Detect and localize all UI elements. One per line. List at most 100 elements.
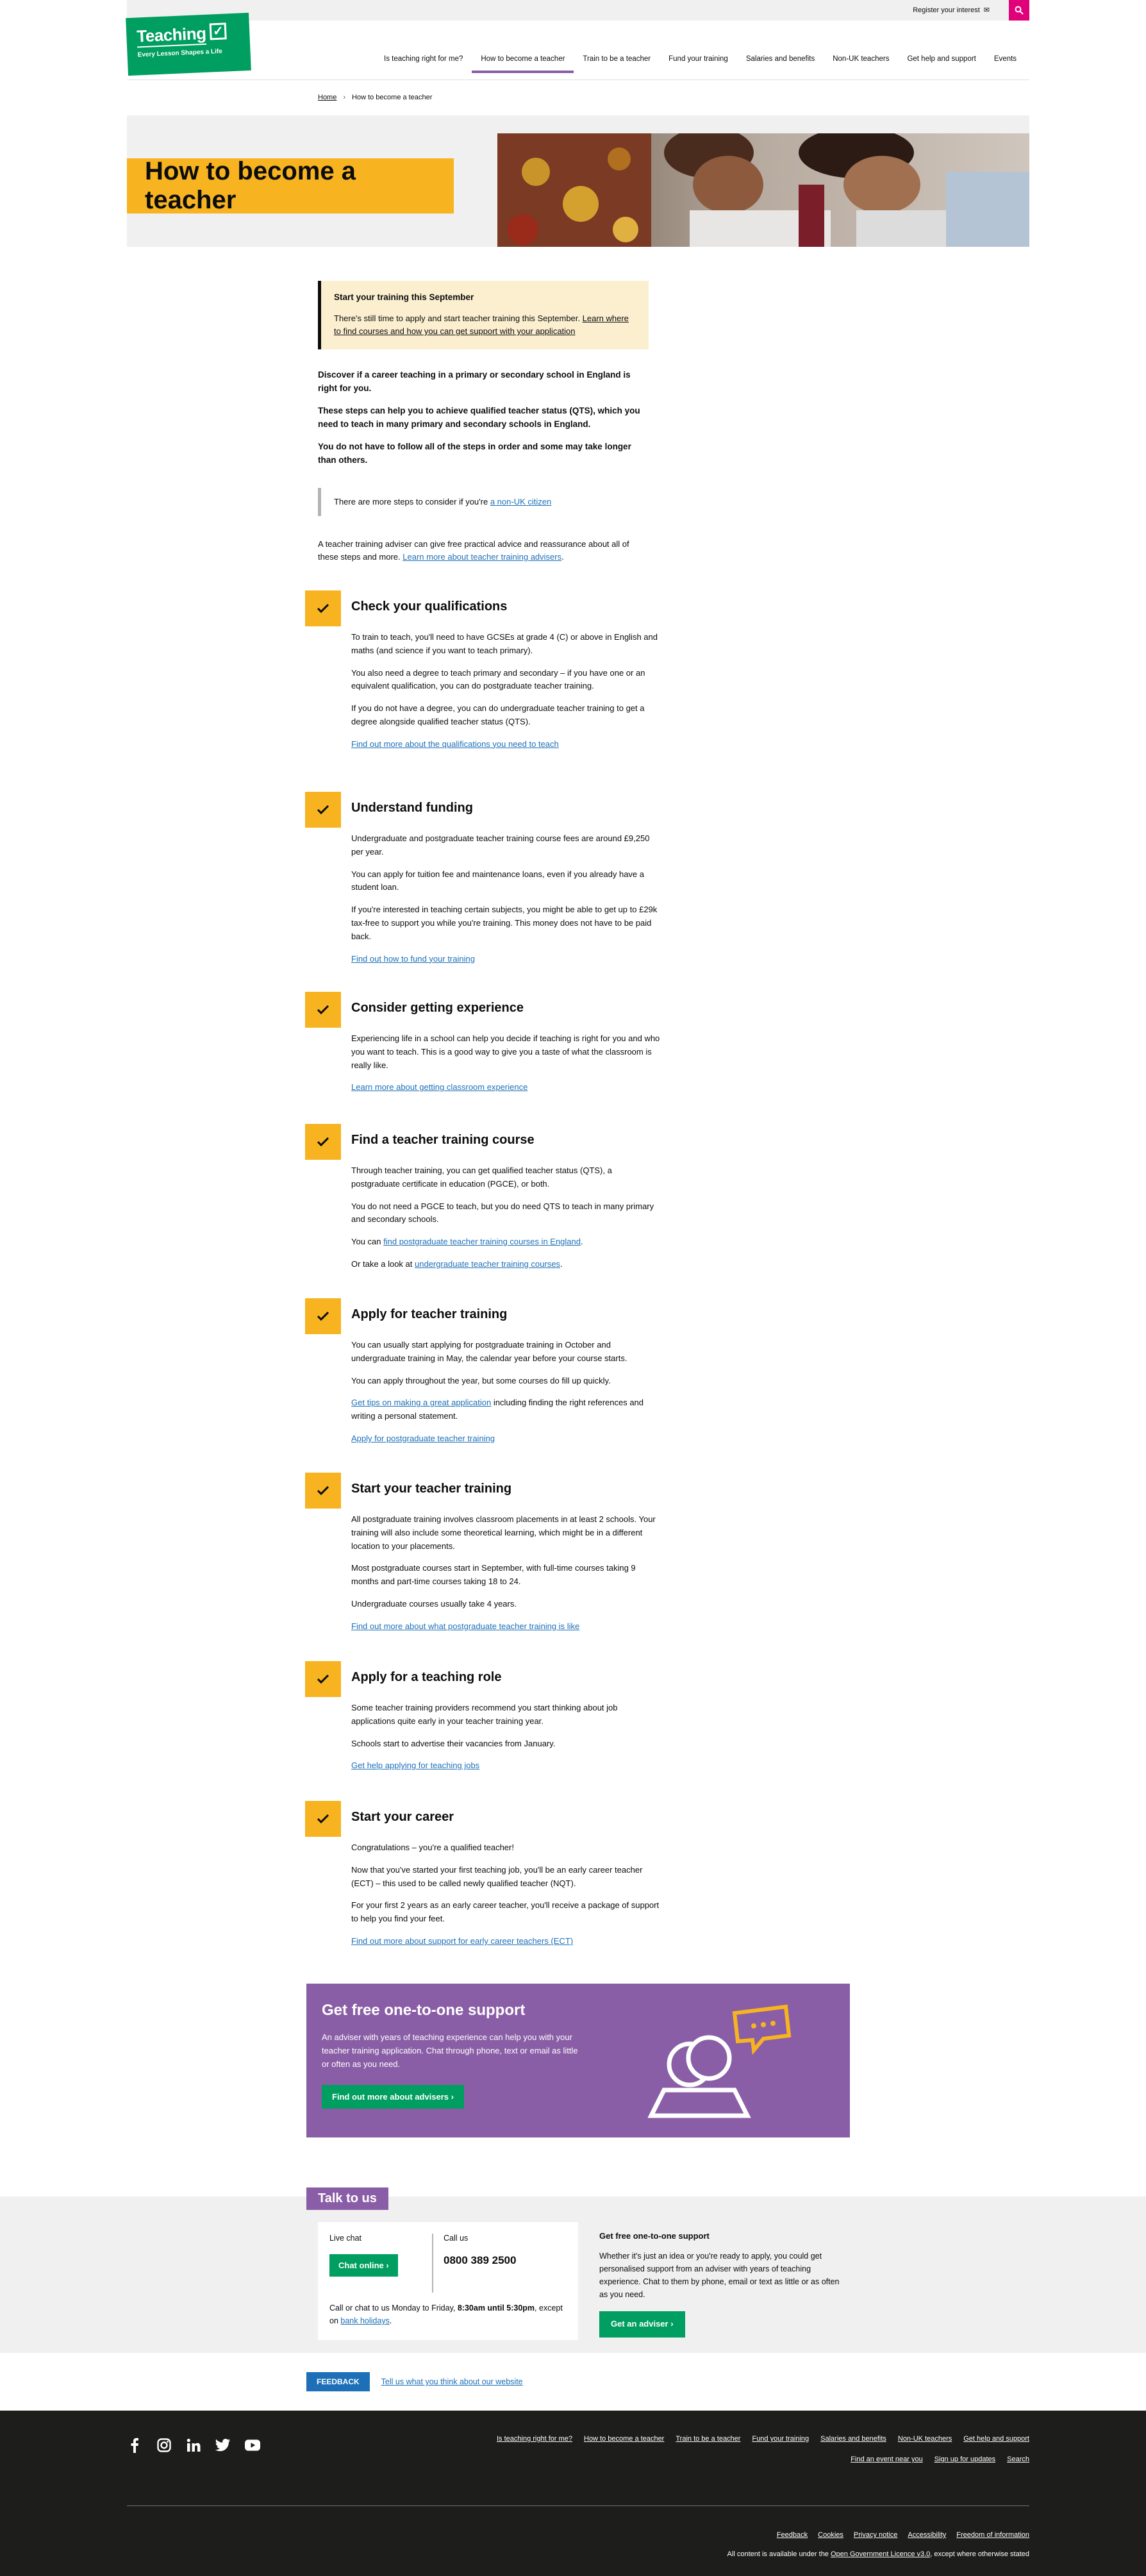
bank-holidays-link[interactable]: bank holidays [340, 2316, 389, 2325]
feedback-button[interactable]: FEEDBACK [306, 2372, 370, 2391]
footer-divider [127, 2505, 1029, 2506]
step-apply-training: Apply for teacher training You can usual… [305, 1298, 664, 1473]
adviser-promo: Get free one-to-one support Whether it's… [599, 2230, 843, 2338]
nav-item-non-uk[interactable]: Non-UK teachers [824, 50, 898, 73]
nav-item-fund[interactable]: Fund your training [660, 50, 737, 73]
youtube-icon[interactable] [245, 2438, 260, 2453]
footer-link[interactable]: Privacy notice [854, 2531, 897, 2539]
footer: Is teaching right for me? How to become … [0, 2411, 1146, 2576]
page-title: How to become a teacher [145, 157, 356, 214]
chevron-right-icon: › [343, 94, 346, 101]
instagram-icon[interactable] [156, 2438, 172, 2453]
check-icon [305, 1801, 341, 1837]
header-divider [127, 79, 1029, 80]
step-find-course: Find a teacher training course Through t… [305, 1124, 664, 1298]
step-title: Find a teacher training course [351, 1133, 535, 1147]
check-icon [305, 1124, 341, 1160]
intro-p1: Discover if a career teaching in a prima… [318, 370, 631, 394]
inset-text: There are more steps to consider if you'… [318, 487, 649, 516]
nav-item-train[interactable]: Train to be a teacher [574, 50, 660, 73]
search-icon [1015, 6, 1024, 15]
adviser-note: A teacher training adviser can give free… [318, 539, 629, 562]
linkedin-icon[interactable] [186, 2438, 201, 2453]
find-advisers-button[interactable]: Find out more about advisers › [322, 2085, 464, 2109]
teaching-jobs-link[interactable]: Get help applying for teaching jobs [351, 1761, 479, 1770]
postgraduate-courses-link[interactable]: find postgraduate teacher training cours… [383, 1237, 581, 1246]
register-interest-link[interactable]: Register your interest ✉ [913, 6, 990, 14]
nav-item-how-to-become[interactable]: How to become a teacher [472, 50, 574, 73]
feedback-link[interactable]: Tell us what you think about our website [381, 2377, 523, 2386]
talk-to-us-section: Talk to us Live chat Chat online › Call … [0, 2187, 1146, 2353]
footer-link[interactable]: Find an event near you [851, 2455, 923, 2463]
steps-list: Check your qualifications To train to te… [305, 590, 664, 1957]
main-content: Start your training this September There… [318, 281, 649, 564]
step-understand-funding: Understand funding Undergraduate and pos… [305, 792, 664, 992]
step-title: Start your career [351, 1810, 454, 1824]
footer-link[interactable]: Train to be a teacher [676, 2435, 740, 2443]
experience-link[interactable]: Learn more about getting classroom exper… [351, 1082, 527, 1092]
feedback-bar: FEEDBACK Tell us what you think about ou… [306, 2372, 523, 2391]
phone-number[interactable]: 0800 389 2500 [444, 2254, 516, 2267]
facebook-icon[interactable] [127, 2438, 142, 2453]
footer-legal-links: Feedback Cookies Privacy notice Accessib… [777, 2531, 1029, 2539]
adviser-chat-illustration [647, 2004, 792, 2118]
nav-item-help[interactable]: Get help and support [898, 50, 984, 73]
chat-online-button[interactable]: Chat online › [329, 2254, 398, 2277]
hero: How to become a teacher [127, 115, 1029, 247]
nav-item-events[interactable]: Events [985, 50, 1026, 73]
footer-link[interactable]: Search [1007, 2455, 1029, 2463]
ect-support-link[interactable]: Find out more about support for early ca… [351, 1936, 573, 1946]
hero-image [497, 133, 1029, 247]
step-start-career: Start your career Congratulations – you'… [305, 1801, 664, 1948]
step-title: Understand funding [351, 801, 473, 815]
site-logo[interactable]: Teaching ✓ Every Lesson Shapes a Life [126, 12, 251, 76]
step-check-qualifications: Check your qualifications To train to te… [305, 590, 664, 792]
footer-link[interactable]: How to become a teacher [584, 2435, 664, 2443]
funding-link[interactable]: Find out how to fund your training [351, 954, 475, 964]
footer-link[interactable]: Sign up for updates [934, 2455, 995, 2463]
footer-link[interactable]: Freedom of information [956, 2531, 1029, 2539]
logo-text: Teaching [136, 23, 207, 48]
check-icon [305, 792, 341, 828]
advisers-link[interactable]: Learn more about teacher training advise… [403, 552, 561, 562]
breadcrumb-current: How to become a teacher [352, 94, 433, 101]
footer-link[interactable]: Non-UK teachers [898, 2435, 952, 2443]
breadcrumb-home[interactable]: Home [318, 94, 336, 101]
licence-link[interactable]: Open Government Licence v3.0 [831, 2550, 930, 2558]
twitter-icon[interactable] [215, 2438, 231, 2453]
footer-nav-primary: Is teaching right for me? How to become … [497, 2435, 1029, 2443]
footer-link[interactable]: Accessibility [908, 2531, 946, 2539]
footer-link[interactable]: Get help and support [963, 2435, 1029, 2443]
check-icon [305, 1473, 341, 1509]
step-title: Apply for a teaching role [351, 1670, 502, 1684]
qualifications-link[interactable]: Find out more about the qualifications y… [351, 739, 559, 749]
training-like-link[interactable]: Find out more about what postgraduate te… [351, 1621, 579, 1631]
step-title: Check your qualifications [351, 599, 508, 614]
check-icon [305, 590, 341, 626]
step-title: Start your teacher training [351, 1482, 512, 1496]
notice-panel: Start your training this September There… [318, 281, 649, 350]
step-start-training: Start your teacher training All postgrad… [305, 1473, 664, 1661]
step-title: Apply for teacher training [351, 1307, 508, 1321]
footer-link[interactable]: Cookies [818, 2531, 843, 2539]
mail-icon: ✉ [983, 6, 990, 14]
social-links [127, 2438, 260, 2453]
intro-p2: These steps can help you to achieve qual… [318, 406, 640, 429]
footer-link[interactable]: Salaries and benefits [820, 2435, 886, 2443]
notice-title: Start your training this September [334, 292, 474, 302]
search-button[interactable] [1009, 0, 1029, 21]
footer-link[interactable]: Feedback [777, 2531, 808, 2539]
non-uk-link[interactable]: a non-UK citizen [490, 497, 551, 506]
nav-item-is-teaching-right[interactable]: Is teaching right for me? [375, 50, 472, 73]
hero-title-box: How to become a teacher [127, 157, 454, 214]
undergraduate-courses-link[interactable]: undergraduate teacher training courses [415, 1259, 560, 1269]
support-text: An adviser with years of teaching experi… [322, 2032, 578, 2069]
apply-postgraduate-link[interactable]: Apply for postgraduate teacher training [351, 1434, 495, 1443]
application-tips-link[interactable]: Get tips on making a great application [351, 1398, 491, 1407]
main-nav: Is teaching right for me? How to become … [375, 50, 1026, 73]
opening-hours: Call or chat to us Monday to Friday, 8:3… [329, 2304, 563, 2325]
get-adviser-button[interactable]: Get an adviser › [599, 2311, 685, 2338]
nav-item-salaries[interactable]: Salaries and benefits [737, 50, 824, 73]
footer-link[interactable]: Fund your training [752, 2435, 809, 2443]
footer-link[interactable]: Is teaching right for me? [497, 2435, 572, 2443]
